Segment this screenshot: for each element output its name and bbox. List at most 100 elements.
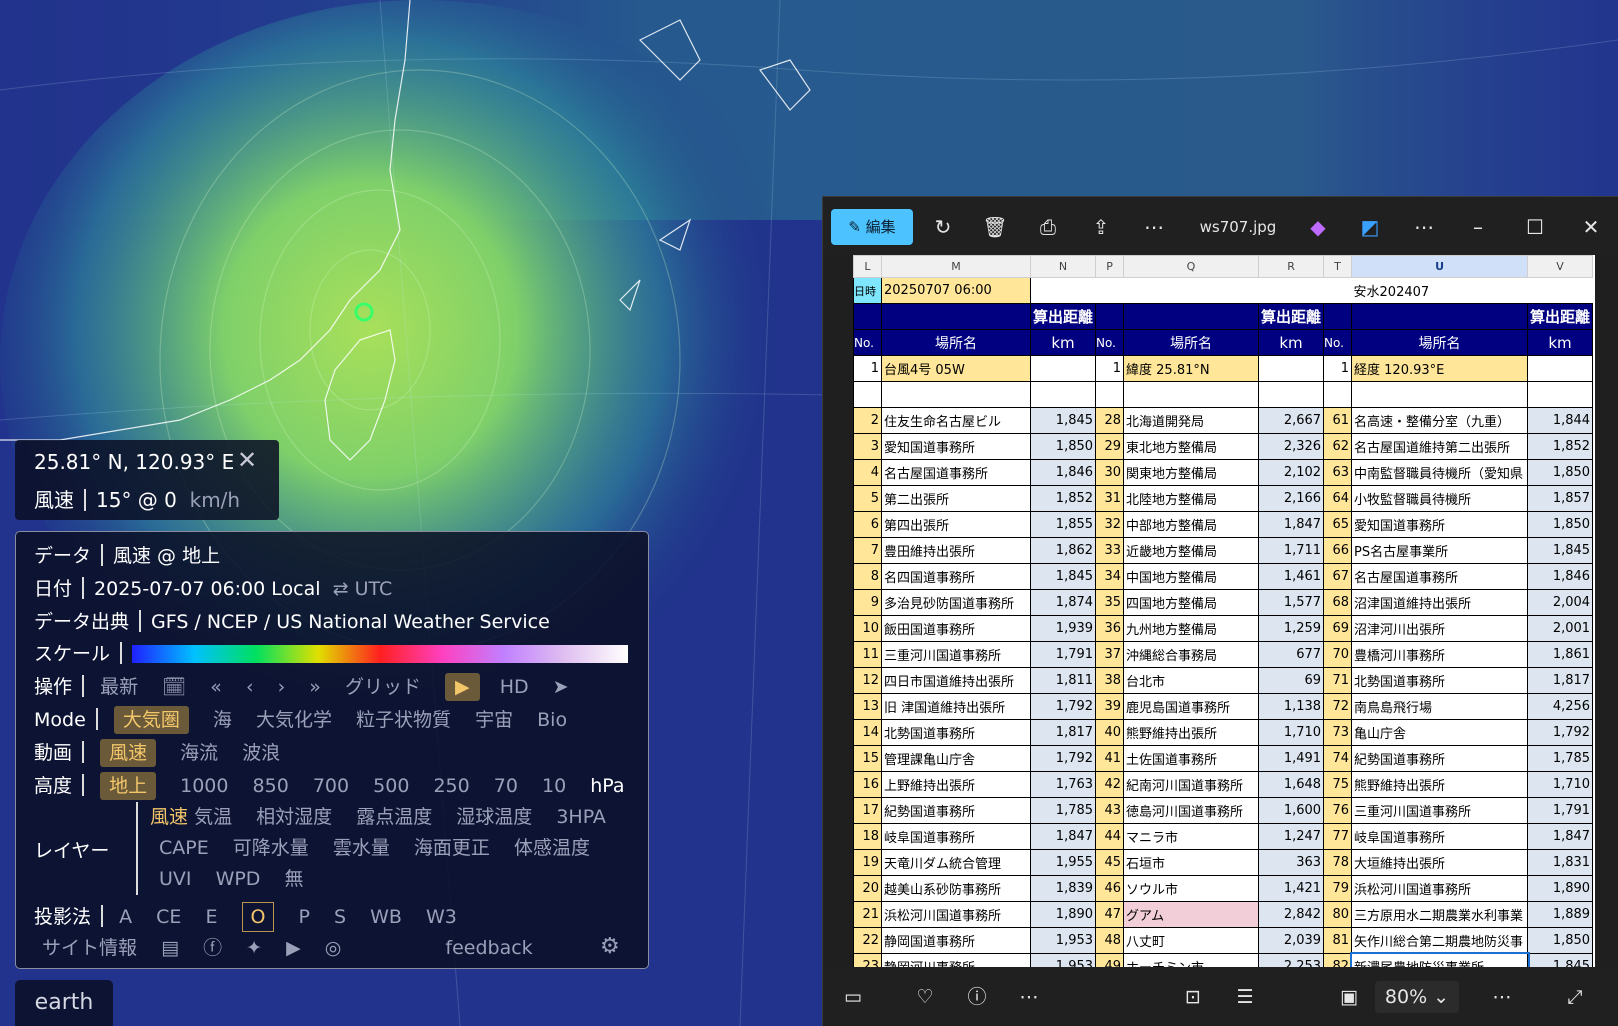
place-name: 三方原用水二期農業水利事業 bbox=[1351, 901, 1529, 928]
zoom-dropdown[interactable]: 80% ⌄ bbox=[1375, 981, 1459, 1013]
instagram-icon[interactable]: ◎ bbox=[325, 934, 342, 962]
layer-cape[interactable]: CAPE bbox=[159, 837, 209, 859]
height-70[interactable]: 70 bbox=[494, 772, 518, 800]
more-icon[interactable]: ⋯ bbox=[1137, 209, 1171, 245]
mode-chem[interactable]: 大気化学 bbox=[256, 706, 332, 734]
mode-atmosphere[interactable]: 大気圏 bbox=[113, 706, 189, 734]
row-no: 45 bbox=[1095, 849, 1125, 876]
text-scan-icon[interactable]: ☰ bbox=[1229, 981, 1261, 1013]
layer-3hpa[interactable]: 3HPA bbox=[556, 806, 606, 828]
mode-space[interactable]: 宇宙 bbox=[475, 706, 513, 734]
layer-wetbulb[interactable]: 湿球温度 bbox=[456, 806, 532, 828]
more-icon[interactable]: ⋯ bbox=[1013, 981, 1045, 1013]
print-icon[interactable]: ⎙ bbox=[1031, 209, 1065, 245]
actual-size-icon[interactable]: ▣ bbox=[1333, 981, 1365, 1013]
place-name: 越美山系砂防事務所 bbox=[881, 875, 1031, 902]
proj-a[interactable]: A bbox=[119, 903, 132, 931]
swap-icon[interactable]: ⇄ bbox=[333, 578, 349, 600]
rotate-icon[interactable]: ↻ bbox=[926, 209, 960, 245]
fullscreen-icon[interactable]: ⤢ bbox=[1559, 981, 1591, 1013]
distance-km: 1,850 bbox=[1527, 511, 1594, 538]
feedback-link[interactable]: feedback bbox=[445, 934, 532, 962]
copilot-icon[interactable]: ◆ bbox=[1301, 209, 1335, 245]
distance-km: 1,845 bbox=[1029, 563, 1097, 590]
skip-forward-icon[interactable]: » bbox=[309, 673, 321, 701]
play-icon[interactable]: ▶ bbox=[445, 673, 480, 701]
proj-o[interactable]: O bbox=[241, 902, 275, 932]
delete-icon[interactable]: 🗑 bbox=[978, 209, 1012, 245]
hd-toggle[interactable]: HD bbox=[500, 673, 529, 701]
wind-unit[interactable]: km/h bbox=[190, 488, 240, 512]
filmstrip-icon[interactable]: ▭ bbox=[837, 981, 869, 1013]
spreadsheet-image[interactable]: L M N P Q R T U V 日時 20250707 06:00 安水20… bbox=[853, 255, 1595, 967]
anim-waves[interactable]: 波浪 bbox=[242, 739, 280, 767]
close-window-icon[interactable]: ✕ bbox=[1574, 209, 1608, 245]
step-forward-icon[interactable]: › bbox=[278, 673, 286, 701]
height-700[interactable]: 700 bbox=[313, 772, 349, 800]
earth-menu-button[interactable]: earth bbox=[15, 980, 113, 1026]
layer-dew[interactable]: 露点温度 bbox=[356, 806, 432, 828]
layer-tpw[interactable]: 可降水量 bbox=[233, 837, 309, 859]
grid-toggle[interactable]: グリッド bbox=[345, 673, 421, 701]
close-icon[interactable]: ✕ bbox=[237, 446, 257, 474]
proj-e[interactable]: E bbox=[205, 903, 217, 931]
height-500[interactable]: 500 bbox=[373, 772, 409, 800]
locate-icon[interactable]: ➤ bbox=[553, 673, 569, 701]
height-1000[interactable]: 1000 bbox=[180, 772, 228, 800]
mode-ocean[interactable]: 海 bbox=[213, 706, 232, 734]
layer-mslp[interactable]: 海面更正 bbox=[414, 837, 490, 859]
source-value[interactable]: GFS / NCEP / US National Weather Service bbox=[151, 611, 550, 633]
maximize-icon[interactable]: ☐ bbox=[1518, 209, 1552, 245]
anim-wind[interactable]: 風速 bbox=[100, 739, 157, 767]
color-scale-bar[interactable] bbox=[132, 645, 629, 663]
layer-rh[interactable]: 相対湿度 bbox=[256, 806, 332, 828]
edit-button[interactable]: ✎ 編集 bbox=[831, 209, 913, 245]
proj-p[interactable]: P bbox=[299, 903, 310, 931]
skip-back-icon[interactable]: « bbox=[210, 673, 222, 701]
anim-currents[interactable]: 海流 bbox=[180, 739, 218, 767]
minimize-icon[interactable]: – bbox=[1461, 209, 1495, 245]
place-name: 管理課亀山庁舎 bbox=[881, 745, 1031, 772]
date-value[interactable]: 2025-07-07 06:00 Local bbox=[94, 578, 321, 600]
layer-wpd[interactable]: WPD bbox=[216, 868, 261, 890]
news-icon[interactable]: ▤ bbox=[161, 934, 179, 962]
proj-w3[interactable]: W3 bbox=[426, 903, 457, 931]
layer-label: レイヤー bbox=[34, 840, 110, 862]
step-back-icon[interactable]: ‹ bbox=[246, 673, 254, 701]
site-info-link[interactable]: サイト情報 bbox=[42, 934, 137, 962]
height-850[interactable]: 850 bbox=[253, 772, 289, 800]
info-icon[interactable]: ⓘ bbox=[961, 981, 993, 1013]
layer-wind[interactable]: 風速 bbox=[150, 806, 188, 828]
favorite-icon[interactable]: ♡ bbox=[909, 981, 941, 1013]
mode-particulates[interactable]: 粒子状物質 bbox=[356, 706, 451, 734]
layer-temp[interactable]: 気温 bbox=[194, 806, 232, 828]
distance-km: 1,577 bbox=[1258, 589, 1325, 616]
facebook-icon[interactable]: ⓕ bbox=[203, 934, 222, 962]
share-icon[interactable]: ⇪ bbox=[1084, 209, 1118, 245]
mode-bio[interactable]: Bio bbox=[537, 706, 567, 734]
distance-km: 1,862 bbox=[1029, 537, 1097, 564]
row-no: 79 bbox=[1323, 875, 1353, 902]
layer-feels[interactable]: 体感温度 bbox=[514, 837, 590, 859]
calendar-icon[interactable]: 🗓 bbox=[162, 673, 186, 701]
youtube-icon[interactable]: ▶ bbox=[286, 934, 301, 962]
bluesky-icon[interactable]: ✦ bbox=[246, 934, 262, 962]
layer-uvi[interactable]: UVI bbox=[159, 868, 192, 890]
height-250[interactable]: 250 bbox=[433, 772, 469, 800]
designer-icon[interactable]: ◩ bbox=[1353, 209, 1387, 245]
gear-icon[interactable]: ⚙ bbox=[600, 934, 620, 959]
layer-cloud[interactable]: 雲水量 bbox=[333, 837, 390, 859]
proj-ce[interactable]: CE bbox=[156, 903, 181, 931]
row-no: 44 bbox=[1095, 823, 1125, 850]
proj-wb[interactable]: WB bbox=[370, 903, 402, 931]
latest-button[interactable]: 最新 bbox=[100, 673, 138, 701]
visual-search-icon[interactable]: ⊡ bbox=[1177, 981, 1209, 1013]
height-10[interactable]: 10 bbox=[542, 772, 566, 800]
proj-s[interactable]: S bbox=[334, 903, 346, 931]
more-zoom-icon[interactable]: ⋯ bbox=[1486, 981, 1518, 1013]
more-options-icon[interactable]: ⋯ bbox=[1407, 209, 1441, 245]
height-unit: hPa bbox=[590, 775, 625, 797]
utc-toggle[interactable]: UTC bbox=[355, 578, 393, 600]
layer-none[interactable]: 無 bbox=[284, 868, 303, 890]
height-surface[interactable]: 地上 bbox=[100, 772, 157, 800]
